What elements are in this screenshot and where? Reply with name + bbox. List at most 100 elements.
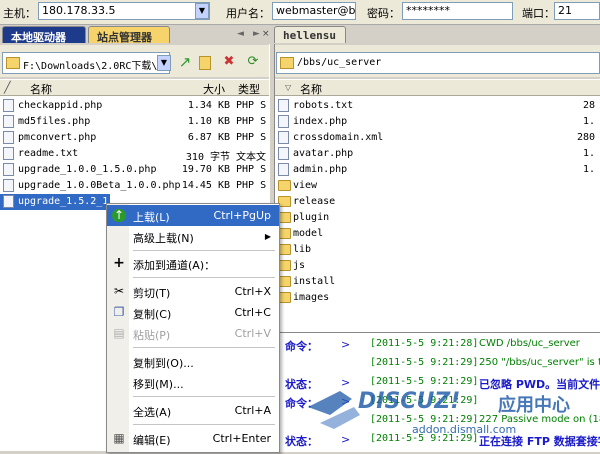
menu-item-add-to-queue[interactable]: + 添加到通道(A)：	[107, 253, 279, 274]
file-name: release	[293, 196, 336, 207]
log-row: 命令： > [2011-5-5 9:21:29]	[275, 392, 600, 412]
log-panel: 命令： > [2011-5-5 9:21:28] CWD /bbs/uc_server…	[275, 332, 600, 452]
menu-item-move-to[interactable]: 移到(M)...	[107, 372, 279, 393]
file-name: md5files.php	[18, 116, 91, 127]
remote-file-list[interactable]: robots.txt 28 index.php 1. crossdomain.xml 28…	[275, 96, 600, 332]
tab-site-manager[interactable]: 站点管理器	[88, 26, 170, 44]
menu-separator	[133, 396, 275, 397]
folder-icon	[280, 57, 294, 69]
menu-move-to-label: 移到(M)...	[133, 378, 184, 391]
tab-local-drive[interactable]: 本地驱动器	[2, 26, 86, 44]
table-row[interactable]: plugin	[275, 210, 600, 226]
local-path-dropdown[interactable]: ▼	[157, 55, 171, 71]
log-arrow: >	[341, 433, 351, 446]
menu-edit-shortcut: Ctrl+Enter	[212, 432, 271, 445]
menu-separator	[133, 424, 275, 425]
password-input[interactable]: ********	[402, 2, 513, 20]
menu-item-advanced-upload[interactable]: 高级上载(N) ▶	[107, 226, 279, 247]
scissors-icon: ✂	[113, 284, 125, 298]
up-folder-icon[interactable]: ↗	[176, 53, 194, 71]
table-row[interactable]: images	[275, 290, 600, 306]
log-message: 正在连接 FTP 数据套接字	[479, 435, 600, 448]
log-time: [2011-5-5 9:21:29]	[370, 433, 479, 444]
paste-icon: ▤	[113, 326, 125, 340]
file-name: images	[293, 292, 330, 303]
menu-item-copy[interactable]: ❐ 复制(C) Ctrl+C	[107, 302, 279, 323]
edit-icon: ▦	[113, 431, 125, 445]
menu-item-cut[interactable]: ✂ 剪切(T) Ctrl+X	[107, 281, 279, 302]
sort-icon: ╱	[4, 81, 11, 94]
tab-remote-hellensu[interactable]: hellensu	[274, 26, 346, 43]
table-row[interactable]: pmconvert.php 6.87 KB PHP S	[0, 130, 269, 146]
local-header-size[interactable]: 大小	[203, 81, 225, 97]
local-path-input[interactable]: F:\Downloads\2.0RC下载\U	[2, 52, 170, 74]
file-name: index.php	[293, 116, 348, 127]
file-type: PHP S	[236, 180, 267, 191]
table-row[interactable]: md5files.php 1.10 KB PHP S	[0, 114, 269, 130]
table-row[interactable]: avatar.php 1.	[275, 146, 600, 162]
log-kind: 状态：	[285, 378, 318, 391]
menu-cut-label: 剪切(T)	[133, 287, 171, 300]
log-message: CWD /bbs/uc_server	[479, 338, 580, 349]
menu-advanced-upload-label: 高级上载(N)	[133, 232, 194, 245]
table-row[interactable]: admin.php 1.	[275, 162, 600, 178]
refresh-icon[interactable]: ⟳	[245, 54, 261, 70]
tab-scroll-left-icon[interactable]: ◄	[237, 29, 244, 39]
file-icon	[3, 147, 14, 160]
tab-scroll-right-icon[interactable]: ►	[253, 29, 260, 39]
menu-upload-shortcut: Ctrl+PgUp	[213, 209, 271, 222]
table-row[interactable]: checkappid.php 1.34 KB PHP S	[0, 98, 269, 114]
local-header-type[interactable]: 类型	[238, 81, 260, 97]
menu-item-upload[interactable]: ↑ 上载(L) Ctrl+PgUp	[107, 205, 279, 226]
table-row[interactable]: readme.txt 310 字节 文本文	[0, 146, 269, 163]
table-row[interactable]: lib	[275, 242, 600, 258]
log-time: [2011-5-5 9:21:29]	[370, 395, 479, 406]
log-time: [2011-5-5 9:21:28]	[370, 338, 479, 349]
file-name: upgrade_1.0.0_1.5.0.php	[18, 164, 157, 175]
menu-paste-label: 粘贴(P)	[133, 329, 171, 342]
menu-item-paste[interactable]: ▤ 粘贴(P) Ctrl+V	[107, 323, 279, 344]
remote-path-input[interactable]: /bbs/uc_server	[276, 52, 600, 74]
log-arrow: >	[341, 338, 351, 351]
file-size: 1.	[582, 164, 595, 175]
file-name: readme.txt	[18, 148, 79, 159]
file-type: PHP S	[236, 132, 267, 143]
table-row[interactable]: release	[275, 194, 600, 210]
table-row[interactable]: model	[275, 226, 600, 242]
file-name: admin.php	[293, 164, 348, 175]
tab-close-icon[interactable]: ×	[262, 29, 270, 39]
port-input[interactable]: 21	[554, 2, 600, 20]
table-row[interactable]: view	[275, 178, 600, 194]
host-input[interactable]: 180.178.33.5	[38, 2, 210, 20]
menu-item-select-all[interactable]: 全选(A) Ctrl+A	[107, 400, 279, 421]
new-folder-icon[interactable]	[199, 56, 211, 70]
menu-add-queue-label: 添加到通道(A)：	[133, 259, 216, 272]
table-row[interactable]: js	[275, 258, 600, 274]
menu-edit-label: 编辑(E)	[133, 434, 171, 447]
host-dropdown-button[interactable]: ▼	[195, 3, 209, 19]
local-header-name[interactable]: 名称	[30, 81, 52, 97]
delete-icon[interactable]: ✖	[221, 54, 237, 70]
table-row[interactable]: crossdomain.xml 280	[275, 130, 600, 146]
log-row: 命令： > [2011-5-5 9:21:28] CWD /bbs/uc_server	[275, 335, 600, 355]
local-path-text: F:\Downloads\2.0RC下载\U	[23, 61, 164, 72]
log-arrow: >	[341, 395, 351, 408]
file-icon	[278, 131, 289, 144]
log-kind: 状态：	[285, 435, 318, 448]
file-size: 6.87 KB	[187, 132, 230, 143]
log-kind: 命令：	[285, 397, 318, 410]
file-size: 280	[576, 132, 595, 143]
table-row[interactable]: robots.txt 28	[275, 98, 600, 114]
table-row[interactable]: install	[275, 274, 600, 290]
tab-bar: 本地驱动器 站点管理器 ◄ ► × hellensu	[0, 25, 600, 44]
table-row[interactable]: upgrade_1.5.2_1.6.0.php	[0, 194, 156, 210]
menu-item-copy-to[interactable]: 复制到(O)...	[107, 351, 279, 372]
menu-item-edit[interactable]: ▦ 编辑(E) Ctrl+Enter	[107, 428, 279, 449]
user-input[interactable]: webmaster@beijingn	[272, 2, 356, 20]
log-message: 已忽略 PWD。当前文件	[479, 378, 600, 391]
table-row[interactable]: index.php 1.	[275, 114, 600, 130]
table-row[interactable]: upgrade_1.0.0_1.5.0.php 19.70 KB PHP S	[0, 162, 269, 178]
table-row[interactable]: upgrade_1.0.0Beta_1.0.0.php 14.45 KB PHP S	[0, 178, 269, 194]
remote-header-name[interactable]: 名称	[300, 81, 322, 97]
menu-upload-label: 上载(L)	[133, 211, 170, 224]
